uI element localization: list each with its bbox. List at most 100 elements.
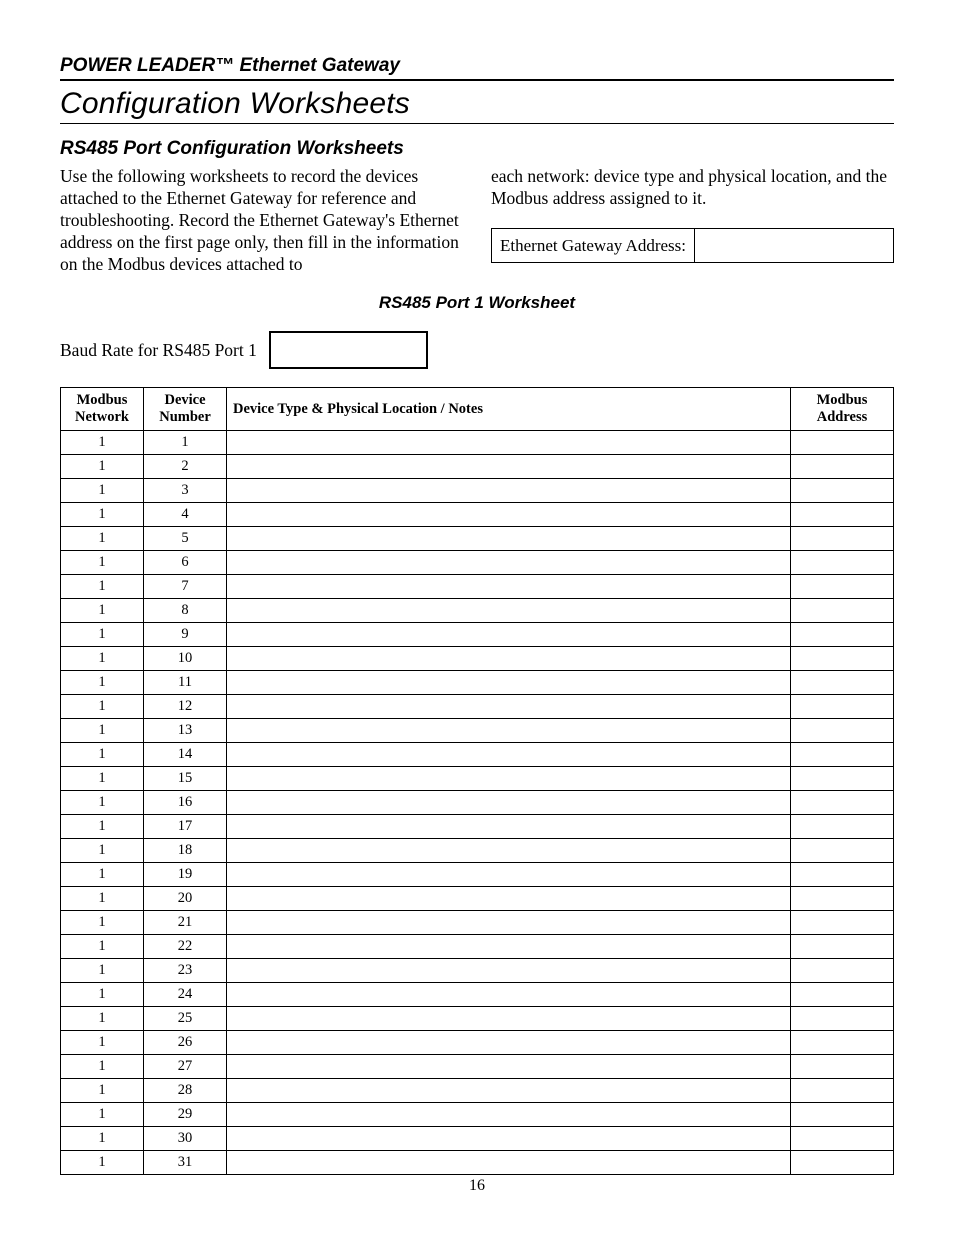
cell-address[interactable] (791, 454, 894, 478)
cell-address[interactable] (791, 1006, 894, 1030)
cell-notes[interactable] (227, 934, 791, 958)
cell-notes[interactable] (227, 1006, 791, 1030)
cell-network: 1 (61, 982, 144, 1006)
cell-address[interactable] (791, 526, 894, 550)
cell-notes[interactable] (227, 862, 791, 886)
cell-address[interactable] (791, 1126, 894, 1150)
table-row: 110 (61, 646, 894, 670)
cell-address[interactable] (791, 1030, 894, 1054)
cell-address[interactable] (791, 646, 894, 670)
table-row: 123 (61, 958, 894, 982)
cell-notes[interactable] (227, 502, 791, 526)
cell-notes[interactable] (227, 574, 791, 598)
cell-notes[interactable] (227, 1078, 791, 1102)
cell-notes[interactable] (227, 550, 791, 574)
cell-address[interactable] (791, 574, 894, 598)
worksheet-table: Modbus Network Device Number Device Type… (60, 387, 894, 1174)
cell-network: 1 (61, 694, 144, 718)
cell-device-number: 21 (144, 910, 227, 934)
cell-network: 1 (61, 454, 144, 478)
cell-network: 1 (61, 1030, 144, 1054)
table-row: 122 (61, 934, 894, 958)
table-row: 130 (61, 1126, 894, 1150)
cell-address[interactable] (791, 718, 894, 742)
cell-device-number: 12 (144, 694, 227, 718)
table-row: 16 (61, 550, 894, 574)
cell-address[interactable] (791, 622, 894, 646)
cell-address[interactable] (791, 814, 894, 838)
cell-notes[interactable] (227, 526, 791, 550)
cell-network: 1 (61, 478, 144, 502)
cell-notes[interactable] (227, 1150, 791, 1174)
cell-address[interactable] (791, 886, 894, 910)
cell-network: 1 (61, 550, 144, 574)
cell-notes[interactable] (227, 646, 791, 670)
cell-address[interactable] (791, 670, 894, 694)
table-row: 111 (61, 670, 894, 694)
table-row: 124 (61, 982, 894, 1006)
cell-device-number: 9 (144, 622, 227, 646)
cell-address[interactable] (791, 790, 894, 814)
cell-address[interactable] (791, 694, 894, 718)
cell-notes[interactable] (227, 670, 791, 694)
cell-notes[interactable] (227, 814, 791, 838)
table-row: 119 (61, 862, 894, 886)
cell-address[interactable] (791, 1078, 894, 1102)
gateway-address-field[interactable] (695, 229, 893, 262)
table-row: 125 (61, 1006, 894, 1030)
col-header-modbus-network-l2: Network (67, 409, 137, 426)
cell-address[interactable] (791, 1102, 894, 1126)
cell-notes[interactable] (227, 910, 791, 934)
cell-device-number: 7 (144, 574, 227, 598)
cell-notes[interactable] (227, 694, 791, 718)
cell-address[interactable] (791, 478, 894, 502)
cell-notes[interactable] (227, 1126, 791, 1150)
cell-notes[interactable] (227, 598, 791, 622)
col-header-device-number-l1: Device (150, 392, 220, 409)
cell-address[interactable] (791, 1054, 894, 1078)
document-header: POWER LEADER™ Ethernet Gateway (60, 55, 894, 81)
cell-notes[interactable] (227, 454, 791, 478)
cell-address[interactable] (791, 958, 894, 982)
cell-address[interactable] (791, 910, 894, 934)
cell-notes[interactable] (227, 718, 791, 742)
cell-address[interactable] (791, 598, 894, 622)
table-row: 17 (61, 574, 894, 598)
cell-address[interactable] (791, 550, 894, 574)
cell-address[interactable] (791, 742, 894, 766)
cell-address[interactable] (791, 934, 894, 958)
cell-network: 1 (61, 1078, 144, 1102)
cell-notes[interactable] (227, 1102, 791, 1126)
cell-notes[interactable] (227, 1054, 791, 1078)
cell-notes[interactable] (227, 622, 791, 646)
cell-address[interactable] (791, 502, 894, 526)
cell-notes[interactable] (227, 1030, 791, 1054)
cell-notes[interactable] (227, 838, 791, 862)
cell-notes[interactable] (227, 766, 791, 790)
cell-notes[interactable] (227, 742, 791, 766)
cell-network: 1 (61, 622, 144, 646)
cell-notes[interactable] (227, 790, 791, 814)
cell-device-number: 1 (144, 430, 227, 454)
cell-address[interactable] (791, 430, 894, 454)
cell-address[interactable] (791, 1150, 894, 1174)
cell-address[interactable] (791, 766, 894, 790)
table-row: 115 (61, 766, 894, 790)
cell-device-number: 30 (144, 1126, 227, 1150)
cell-device-number: 17 (144, 814, 227, 838)
cell-notes[interactable] (227, 478, 791, 502)
baud-rate-field[interactable] (269, 331, 428, 369)
cell-device-number: 18 (144, 838, 227, 862)
cell-notes[interactable] (227, 982, 791, 1006)
cell-notes[interactable] (227, 430, 791, 454)
col-header-modbus-address-l1: Modbus (797, 392, 887, 409)
cell-device-number: 5 (144, 526, 227, 550)
cell-notes[interactable] (227, 958, 791, 982)
cell-network: 1 (61, 502, 144, 526)
cell-device-number: 25 (144, 1006, 227, 1030)
section-title: Configuration Worksheets (60, 85, 894, 123)
cell-address[interactable] (791, 862, 894, 886)
cell-address[interactable] (791, 838, 894, 862)
cell-address[interactable] (791, 982, 894, 1006)
cell-notes[interactable] (227, 886, 791, 910)
